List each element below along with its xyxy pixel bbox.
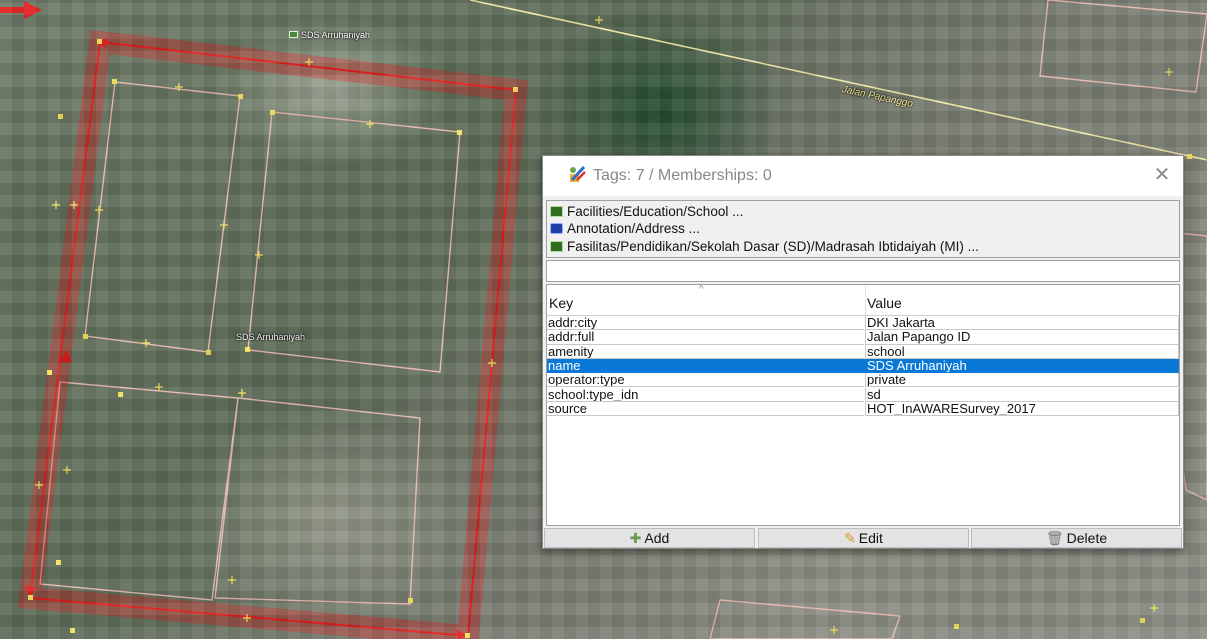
- dialog-titlebar[interactable]: Tags: 7 / Memberships: 0 ✕: [543, 156, 1183, 196]
- table-row[interactable]: operator:type private: [547, 373, 1179, 388]
- preset-list: Facilities/Education/School ... Annotati…: [546, 200, 1180, 258]
- tag-value[interactable]: Jalan Papango ID: [865, 330, 1179, 345]
- trash-icon: 🗑: [1045, 530, 1064, 546]
- street-line: [469, 0, 1207, 161]
- tag-value[interactable]: school: [865, 344, 1179, 359]
- preset-link-sekolah-dasar[interactable]: Fasilitas/Pendidikan/Sekolah Dasar (SD)/…: [550, 238, 979, 256]
- dialog-title: Tags: 7 / Memberships: 0: [593, 167, 772, 184]
- building-outline: [214, 397, 421, 605]
- add-icon: ✚: [629, 530, 642, 546]
- tag-value[interactable]: SDS Arruhaniyah: [865, 358, 1179, 374]
- tag-key[interactable]: addr:full: [547, 330, 864, 345]
- tag-key[interactable]: school:type_idn: [547, 388, 864, 402]
- table-header: ^ Key Value: [547, 285, 1179, 316]
- tag-key[interactable]: source: [547, 402, 864, 417]
- tag-value[interactable]: HOT_InAWARESurvey_2017: [865, 401, 1179, 417]
- tag-editor-dialog: Tags: 7 / Memberships: 0 ✕ Facilities/Ed…: [542, 155, 1184, 549]
- table-row-selected[interactable]: name SDS Arruhaniyah: [547, 358, 1179, 374]
- tag-value[interactable]: sd: [865, 387, 1179, 402]
- red-arrow-icon: [0, 1, 42, 19]
- building-outline: [709, 599, 901, 639]
- tag-table: ^ Key Value addr:city DKI Jakarta addr:f…: [546, 284, 1180, 526]
- table-row[interactable]: addr:city DKI Jakarta: [547, 316, 1179, 331]
- tag-filter-input[interactable]: [546, 260, 1180, 282]
- school-icon: [550, 241, 563, 252]
- school-icon: [289, 31, 298, 38]
- preset-link-address[interactable]: Annotation/Address ...: [550, 220, 700, 238]
- close-icon[interactable]: ✕: [1149, 162, 1175, 188]
- add-button[interactable]: ✚ Add: [544, 528, 755, 548]
- table-row[interactable]: amenity school: [547, 344, 1179, 359]
- table-row[interactable]: school:type_idn sd: [547, 387, 1179, 402]
- tag-value[interactable]: private: [865, 373, 1179, 388]
- tag-editor-icon: [570, 165, 586, 182]
- building-outline: [39, 381, 239, 601]
- tag-value[interactable]: DKI Jakarta: [865, 316, 1179, 331]
- tag-key[interactable]: addr:city: [547, 316, 864, 331]
- building-outline: [1039, 0, 1207, 93]
- building-outline: [84, 81, 241, 353]
- school-icon: [550, 206, 563, 217]
- delete-button[interactable]: 🗑 Delete: [971, 528, 1182, 548]
- tag-key[interactable]: amenity: [547, 345, 864, 359]
- address-icon: [550, 223, 563, 234]
- edit-button[interactable]: ✎ Edit: [758, 528, 969, 548]
- edit-icon: ✎: [844, 530, 856, 546]
- tag-key[interactable]: name: [547, 359, 864, 374]
- dialog-button-bar: ✚ Add ✎ Edit 🗑 Delete: [544, 528, 1182, 548]
- column-header-value[interactable]: Value: [865, 285, 1179, 315]
- tag-key[interactable]: operator:type: [547, 373, 864, 388]
- table-row[interactable]: source HOT_InAWARESurvey_2017: [547, 401, 1179, 417]
- table-row[interactable]: addr:full Jalan Papango ID: [547, 330, 1179, 345]
- column-header-key[interactable]: ^ Key: [547, 285, 866, 315]
- preset-link-school[interactable]: Facilities/Education/School ...: [550, 203, 743, 221]
- school-area-label: SDS Arruhaniyah: [236, 332, 306, 342]
- school-map-label[interactable]: SDS Arruhaniyah: [289, 30, 370, 40]
- sort-ascending-icon: ^: [699, 284, 704, 295]
